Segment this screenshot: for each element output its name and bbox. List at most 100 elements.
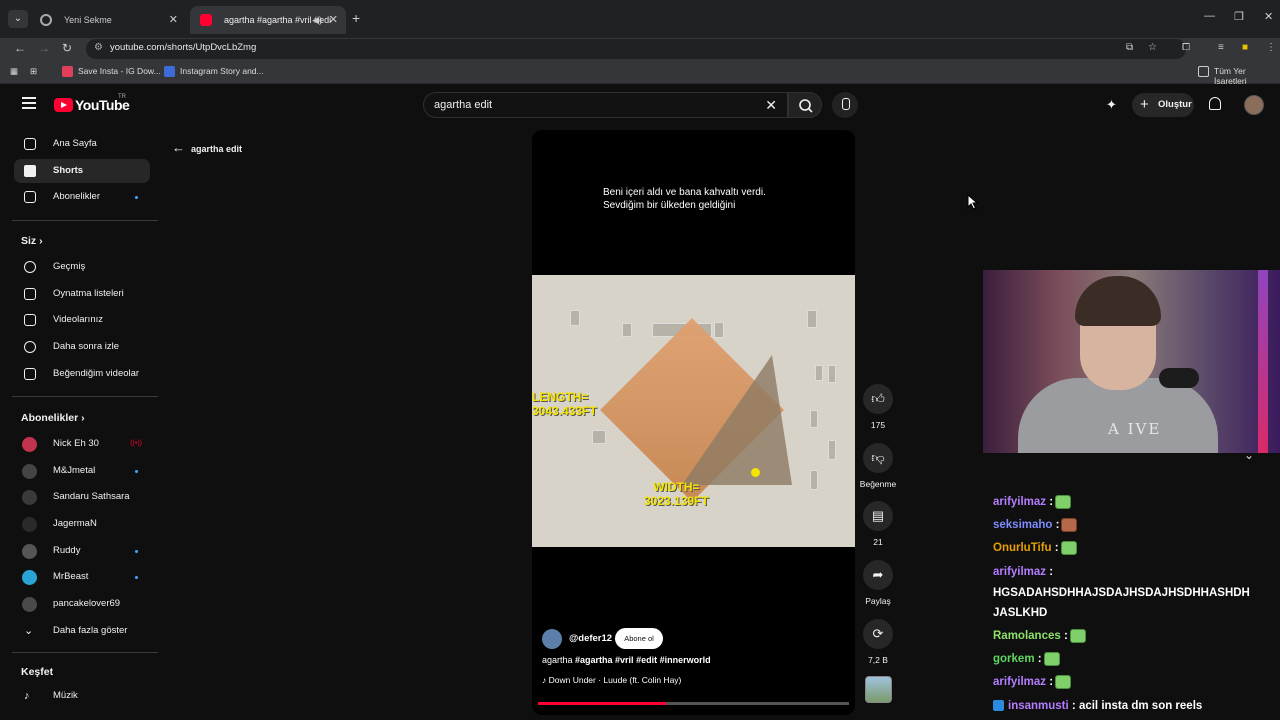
search-button[interactable] — [788, 92, 822, 118]
search-query: agartha edit — [434, 99, 493, 111]
sidebar-item-label: Abonelikler — [53, 191, 100, 202]
sidebar-sub-nick-eh-30[interactable]: Nick Eh 30 ((•)) — [14, 432, 150, 456]
address-bar[interactable]: ⚙ youtube.com/shorts/UtpDvcLbZmg ⧉ ☆ — [86, 39, 1186, 59]
channel-avatar — [22, 597, 37, 612]
notifications-bell-icon[interactable] — [1209, 97, 1221, 110]
like-button[interactable]: 👍︎ 175 — [858, 384, 898, 430]
comments-button[interactable]: ▤ 21 — [858, 501, 898, 547]
chat-username[interactable]: seksimaho — [993, 519, 1052, 531]
back-to-search-button[interactable]: ← agartha edit — [172, 140, 242, 155]
sidebar-sub-mjmetal[interactable]: M&Jmetal — [14, 459, 150, 483]
sidebar-item-subscriptions[interactable]: Abonelikler — [14, 185, 150, 209]
sidebar-sub-pancakelover69[interactable]: pancakelover69 — [14, 592, 150, 616]
sidebar-item-label: Oynatma listeleri — [53, 288, 124, 299]
extensions-icon[interactable]: ⧠ — [1182, 42, 1190, 53]
bookmark-star-icon[interactable]: ☆ — [1148, 42, 1157, 53]
forward-icon[interactable]: → — [38, 41, 50, 55]
you-section-heading[interactable]: Siz › — [21, 235, 43, 247]
microphone — [1159, 368, 1199, 388]
share-button[interactable]: ➦ Paylaş — [858, 560, 898, 606]
sidebar-sub-sandaru-sathsara[interactable]: Sandaru Sathsara — [14, 485, 150, 509]
dislike-button[interactable]: 👎︎ Beğenme — [858, 443, 898, 489]
sidebar-item-history[interactable]: Geçmiş — [14, 255, 150, 279]
sidebar-item-liked-videos[interactable]: Beğendiğim videolar — [14, 362, 150, 386]
install-icon[interactable]: ⧉ — [1126, 42, 1133, 53]
clear-search-icon[interactable]: ✕ — [765, 97, 777, 114]
liked-icon — [24, 368, 36, 380]
browser-tab-active[interactable]: agartha #agartha #vril #edi ◀) ✕ — [190, 6, 346, 34]
youtube-logo[interactable]: YouTube TR — [54, 94, 138, 115]
site-info-icon[interactable]: ⚙ — [94, 42, 103, 53]
chat-username[interactable]: Ramolances — [993, 630, 1061, 642]
sidebar-sub-ruddy[interactable]: Ruddy — [14, 539, 150, 563]
url-text: youtube.com/shorts/UtpDvcLbZmg — [110, 42, 257, 53]
subscriptions-section-heading[interactable]: Abonelikler › — [21, 412, 85, 424]
bookmark-instagram-story[interactable]: Instagram Story and... — [164, 66, 264, 77]
all-bookmarks[interactable]: Tüm Yer İşaretleri — [1198, 66, 1280, 86]
sidebar: Ana Sayfa Shorts Abonelikler Siz › Geçmi… — [0, 124, 160, 720]
chat-message: arifyilmaz : — [993, 562, 1278, 582]
apps-icon[interactable]: ▦ — [10, 66, 18, 77]
browser-tab-new[interactable]: Yeni Sekme ✕ — [30, 6, 186, 34]
region-code: TR — [118, 94, 126, 100]
voice-search-icon[interactable] — [832, 92, 858, 118]
remix-count: 7,2 B — [868, 655, 888, 665]
extension-icon[interactable]: ■ — [1242, 42, 1248, 53]
new-tab-button[interactable]: + — [352, 10, 360, 26]
playlists-icon — [24, 288, 36, 300]
video-progress-bar[interactable] — [538, 702, 849, 705]
ai-sparkle-icon[interactable]: ✦ — [1106, 97, 1117, 113]
explore-section-heading: Keşfet — [21, 666, 54, 678]
sidebar-item-home[interactable]: Ana Sayfa — [14, 132, 150, 156]
close-tab-icon[interactable]: ✕ — [169, 6, 178, 34]
chat-username[interactable]: arifyilmaz — [993, 496, 1046, 508]
audio-icon[interactable]: ◀) — [312, 6, 322, 34]
restore-icon[interactable]: ❐ — [1234, 10, 1244, 23]
sound-link[interactable]: ♪ Down Under · Luude (ft. Colin Hay) — [542, 675, 681, 685]
video-frame[interactable]: LENGTH= 3043.433FT WIDTH= 3023.139FT — [532, 275, 855, 547]
reload-icon[interactable]: ↻ — [62, 41, 72, 55]
channel-name[interactable]: @defer12 — [569, 633, 612, 644]
media-control-icon[interactable]: ≡ — [1218, 42, 1224, 53]
chat-message: HGSADAHSDHHAJSDAJHSDAJHSDHHASHDH — [993, 583, 1278, 603]
chat-username[interactable]: insanmusti — [1008, 700, 1069, 712]
chat-message: arifyilmaz : — [993, 672, 1278, 692]
close-tab-icon[interactable]: ✕ — [329, 6, 338, 34]
chat-username[interactable]: arifyilmaz — [993, 566, 1046, 578]
grid-icon[interactable]: ⊞ — [30, 66, 37, 77]
sidebar-sub-mrbeast[interactable]: MrBeast — [14, 565, 150, 589]
chat-message: insanmusti : acil insta dm son reels — [993, 696, 1278, 716]
remix-icon: ⟳ — [863, 619, 893, 649]
chat-username[interactable]: arifyilmaz — [993, 676, 1046, 688]
back-icon[interactable]: ← — [14, 41, 26, 55]
hamburger-menu-icon[interactable] — [22, 97, 36, 112]
search-input[interactable]: agartha edit ✕ — [423, 92, 788, 118]
subscribe-button[interactable]: Abone ol — [615, 628, 663, 649]
create-button[interactable]: + Oluştur — [1132, 93, 1194, 117]
tab-search-button[interactable]: ⌄ — [8, 10, 28, 28]
sidebar-item-label: Nick Eh 30 — [53, 438, 99, 449]
sidebar-item-playlists[interactable]: Oynatma listeleri — [14, 282, 150, 306]
shorts-player[interactable]: Beni içeri aldı ve bana kahvaltı verdi. … — [532, 130, 855, 715]
minimize-icon[interactable]: — — [1204, 10, 1215, 22]
bookmark-save-insta[interactable]: Save Insta - IG Dow... — [62, 66, 161, 77]
account-avatar[interactable] — [1244, 95, 1264, 115]
sidebar-item-your-videos[interactable]: Videolarınız — [14, 308, 150, 332]
video-block — [714, 322, 724, 338]
sidebar-item-music[interactable]: ♪ Müzik — [14, 684, 150, 708]
chat-username[interactable]: gorkem — [993, 653, 1035, 665]
sidebar-item-watch-later[interactable]: Daha sonra izle — [14, 335, 150, 359]
close-window-icon[interactable]: ✕ — [1264, 10, 1273, 23]
remix-button[interactable]: ⟳ 7,2 B — [858, 619, 898, 665]
sidebar-show-more[interactable]: ⌄ Daha fazla göster — [14, 619, 150, 643]
title-hashtags[interactable]: #agartha #vril #edit #innerworld — [575, 655, 711, 665]
chat-username[interactable]: OnurluTifu — [993, 542, 1052, 554]
channel-avatar[interactable] — [542, 629, 562, 649]
menu-dots-icon[interactable]: ⋮ — [1266, 42, 1276, 53]
sidebar-item-shorts[interactable]: Shorts — [14, 159, 150, 183]
sound-thumbnail[interactable] — [865, 676, 892, 703]
chat-emote-icon — [1060, 540, 1077, 555]
channel-avatar — [22, 570, 37, 585]
chat-scroll-down-icon[interactable]: ⌄ — [1244, 448, 1254, 462]
sidebar-sub-jagerman[interactable]: JagermaN — [14, 512, 150, 536]
